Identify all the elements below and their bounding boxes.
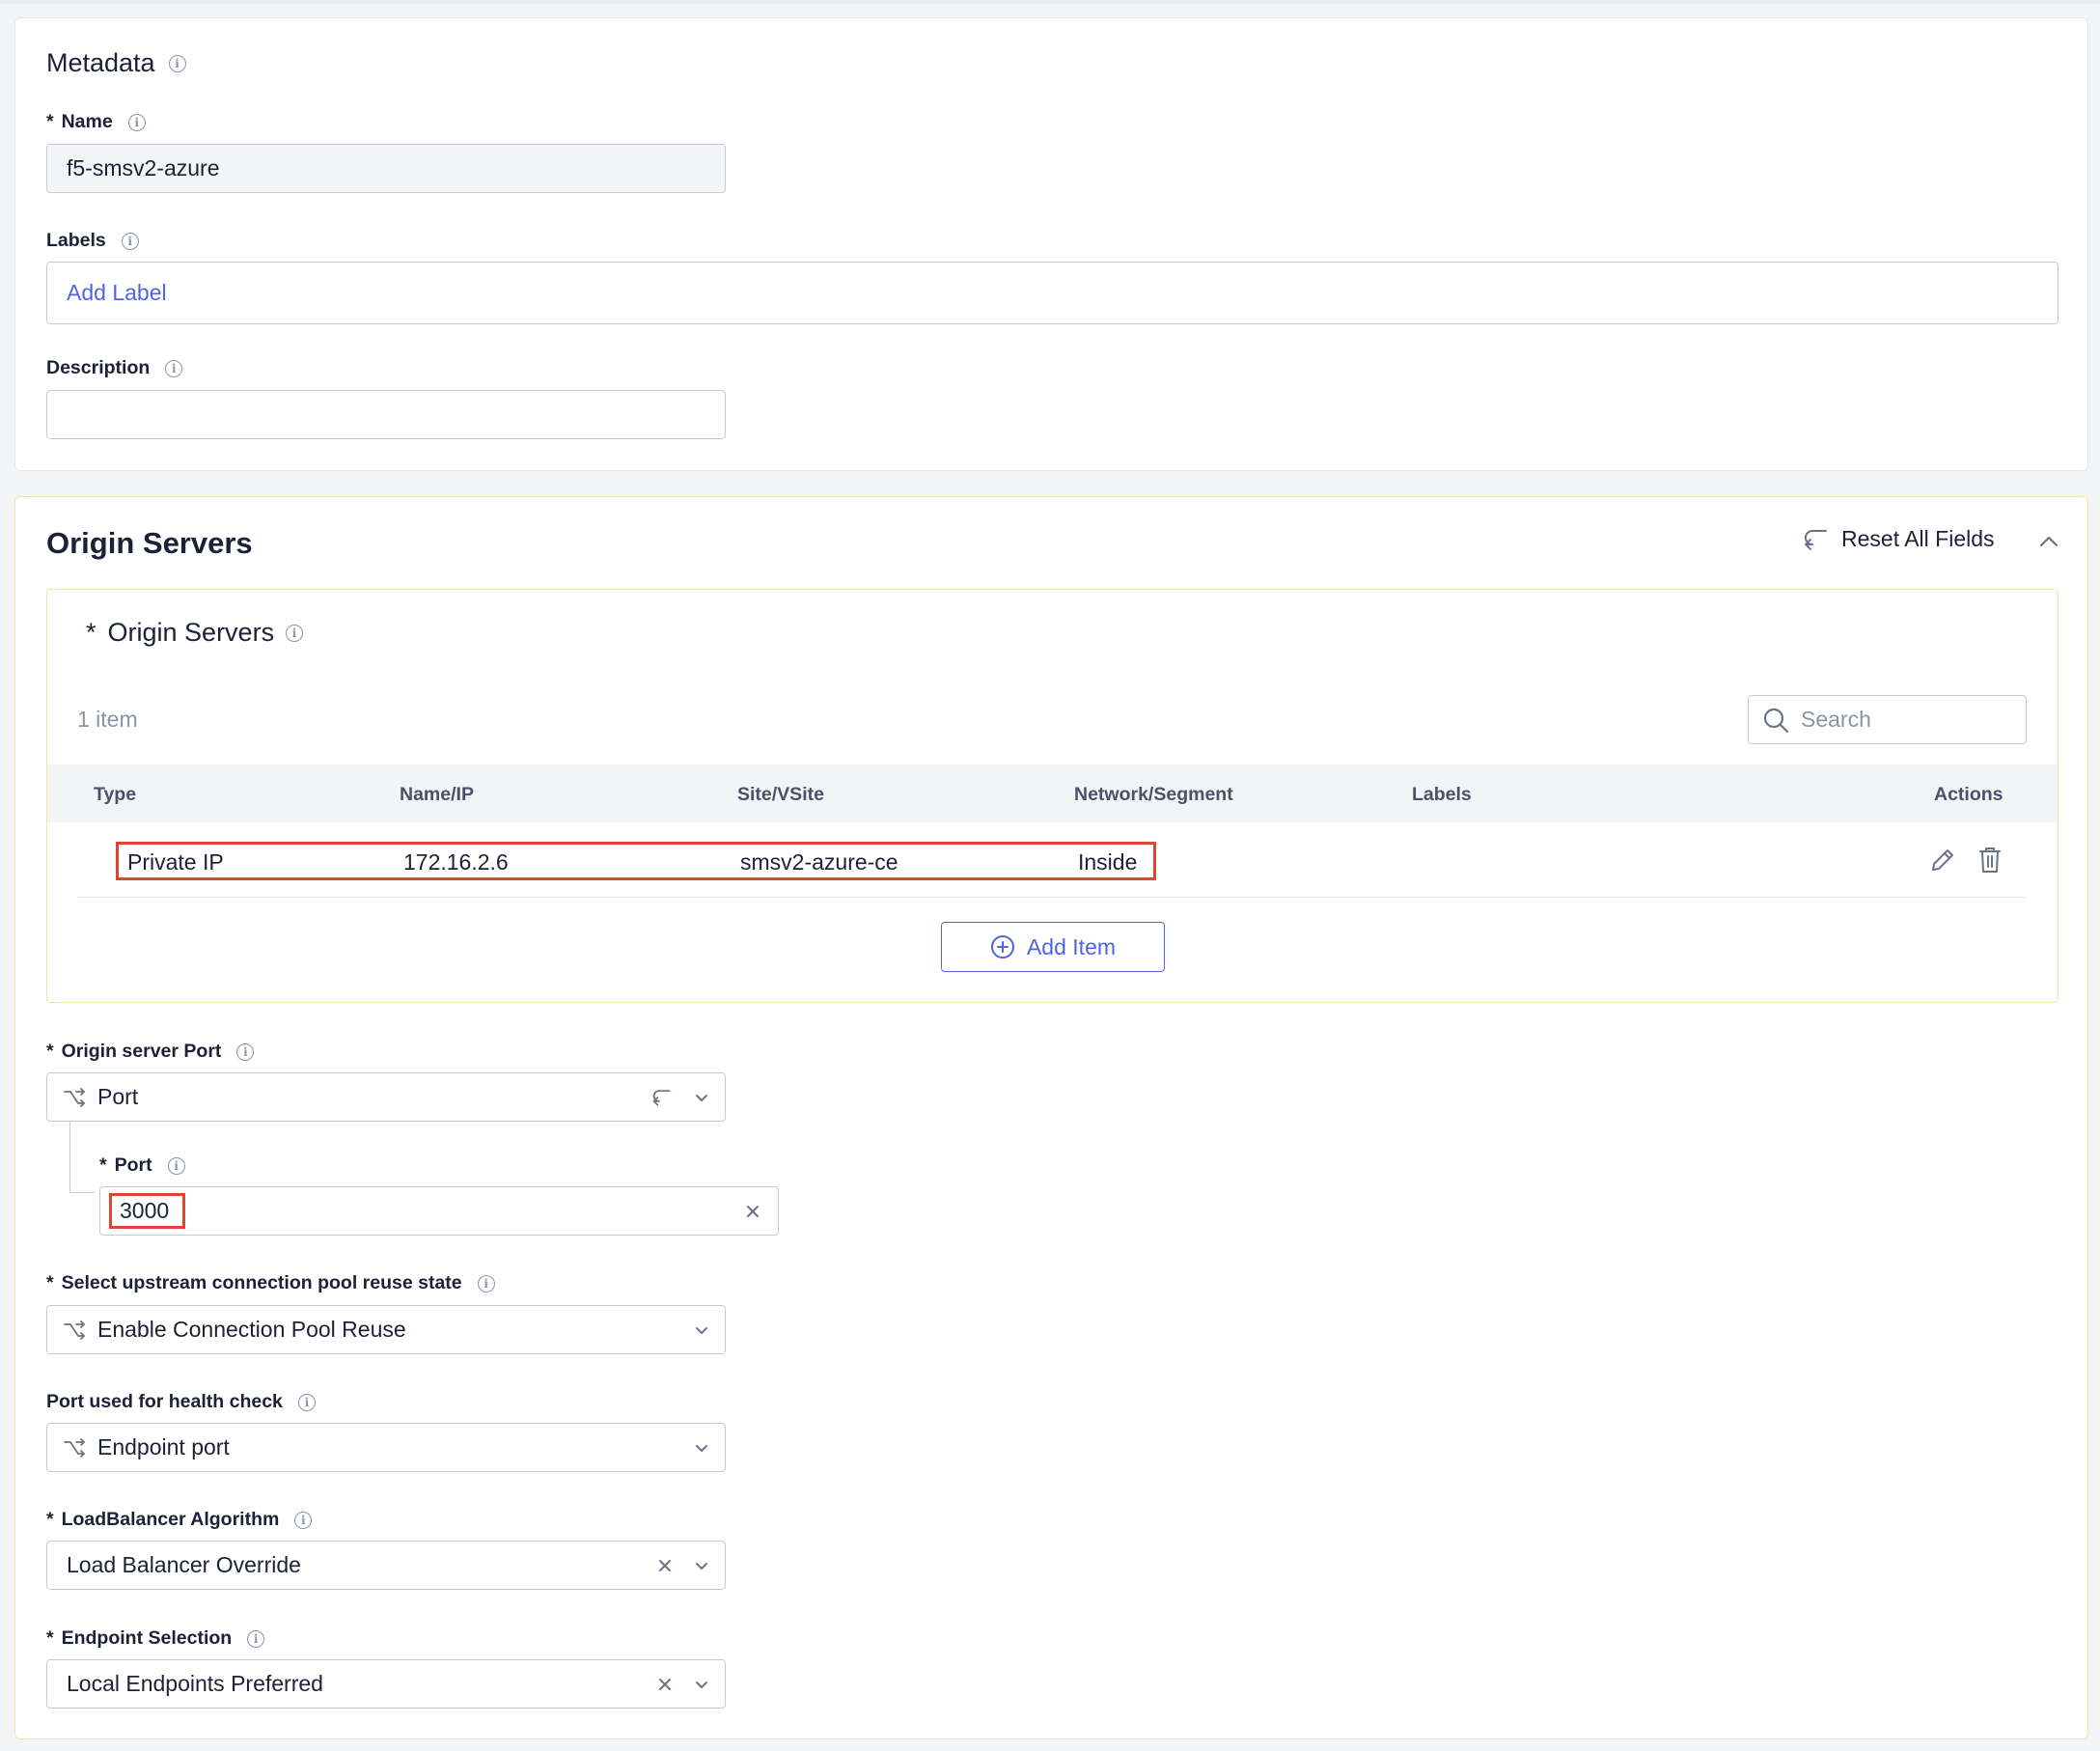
pencil-icon[interactable] — [1929, 847, 1956, 874]
tree-connector — [69, 1122, 95, 1193]
item-count: 1 item — [77, 707, 138, 732]
reset-label: Reset All Fields — [1841, 526, 1995, 551]
add-label-link[interactable]: Add Label — [47, 280, 167, 306]
lb-algorithm-label-text: LoadBalancer Algorithm — [61, 1509, 280, 1530]
origin-servers-title: Origin Servers — [46, 526, 253, 560]
origin-port-label-text: Origin server Port — [61, 1041, 222, 1062]
search-input[interactable]: Search — [1748, 695, 2027, 744]
origin-port-label: * Origin server Port i — [46, 1041, 255, 1063]
chevron-down-icon[interactable] — [694, 1322, 709, 1338]
branch-icon — [64, 1437, 85, 1458]
description-input[interactable] — [46, 390, 726, 439]
labels-label-text: Labels — [46, 230, 106, 251]
top-edge — [0, 0, 2100, 4]
endpoint-selection-label-text: Endpoint Selection — [61, 1627, 233, 1649]
branch-icon — [64, 1320, 85, 1340]
column-header-actions: Actions — [1934, 784, 2003, 805]
info-icon[interactable]: i — [168, 54, 186, 72]
health-check-value: Endpoint port — [97, 1434, 230, 1459]
name-input[interactable]: f5-smsv2-azure — [46, 144, 726, 193]
port-label: * Port i — [99, 1154, 185, 1177]
description-label: Description i — [46, 357, 183, 379]
required-marker: * — [46, 111, 54, 132]
add-item-button[interactable]: Add Item — [941, 922, 1165, 972]
info-icon[interactable]: i — [294, 1511, 313, 1529]
labels-label: Labels i — [46, 230, 139, 252]
select-controls — [651, 1073, 709, 1121]
close-icon[interactable] — [657, 1677, 673, 1692]
required-marker: * — [46, 1509, 54, 1530]
labels-input[interactable]: Add Label — [46, 262, 2059, 324]
row-highlight-box — [116, 842, 1156, 880]
chevron-down-icon[interactable] — [694, 1440, 709, 1456]
info-icon[interactable]: i — [236, 1042, 255, 1061]
trash-icon[interactable] — [1977, 846, 2003, 875]
search-placeholder: Search — [1801, 707, 1871, 732]
column-header-site: Site/VSite — [737, 784, 824, 805]
port-label-text: Port — [114, 1154, 152, 1176]
description-label-text: Description — [46, 357, 151, 378]
input-controls — [745, 1187, 760, 1235]
endpoint-selection-label: * Endpoint Selection i — [46, 1627, 265, 1650]
lb-algorithm-select[interactable]: Load Balancer Override — [46, 1541, 726, 1590]
info-icon[interactable]: i — [297, 1393, 316, 1411]
close-icon[interactable] — [745, 1204, 760, 1219]
table-header — [47, 764, 2058, 822]
info-icon[interactable]: i — [286, 624, 304, 642]
info-icon[interactable]: i — [167, 1156, 185, 1175]
name-label-text: Name — [61, 111, 113, 132]
column-header-network: Network/Segment — [1074, 784, 1233, 805]
port-input[interactable]: 3000 — [99, 1186, 779, 1236]
endpoint-selection-value: Local Endpoints Preferred — [67, 1671, 323, 1696]
info-icon[interactable]: i — [121, 232, 139, 250]
reset-all-fields-button[interactable]: Reset All Fields — [1803, 526, 1995, 552]
select-controls — [657, 1660, 709, 1708]
branch-icon — [64, 1087, 85, 1107]
health-check-label: Port used for health check i — [46, 1391, 316, 1413]
health-check-select[interactable]: Endpoint port — [46, 1423, 726, 1472]
reset-icon — [1805, 529, 1827, 550]
list-title: Origin Servers — [107, 618, 275, 647]
column-header-labels: Labels — [1412, 784, 1472, 805]
add-item-label: Add Item — [1026, 933, 1117, 959]
metadata-heading: Metadata i — [46, 48, 186, 78]
pool-reuse-value: Enable Connection Pool Reuse — [97, 1317, 406, 1342]
chevron-down-icon[interactable] — [694, 1090, 709, 1105]
plus-circle-icon — [990, 935, 1014, 959]
select-controls — [657, 1542, 709, 1589]
pool-reuse-label: * Select upstream connection pool reuse … — [46, 1272, 495, 1294]
list-heading: * Origin Servers i — [86, 618, 304, 648]
name-value: f5-smsv2-azure — [67, 155, 220, 181]
port-highlight-box — [109, 1193, 185, 1229]
required-marker: * — [46, 1627, 54, 1649]
info-icon[interactable]: i — [165, 359, 183, 377]
required-marker: * — [46, 1041, 54, 1062]
origin-port-select[interactable]: Port — [46, 1072, 726, 1122]
close-icon[interactable] — [657, 1558, 673, 1573]
required-marker: * — [99, 1154, 107, 1176]
pool-reuse-select[interactable]: Enable Connection Pool Reuse — [46, 1305, 726, 1354]
search-icon — [1763, 708, 1789, 733]
chevron-down-icon[interactable] — [694, 1677, 709, 1692]
chevron-down-icon[interactable] — [694, 1558, 709, 1573]
metadata-title: Metadata — [46, 48, 155, 77]
select-controls — [694, 1306, 709, 1353]
reset-icon[interactable] — [651, 1088, 673, 1107]
lb-algorithm-label: * LoadBalancer Algorithm i — [46, 1509, 313, 1531]
info-icon[interactable]: i — [247, 1629, 265, 1648]
info-icon[interactable]: i — [127, 113, 146, 131]
required-marker: * — [46, 1272, 54, 1293]
required-marker: * — [86, 618, 97, 647]
name-label: * Name i — [46, 111, 146, 133]
column-header-type: Type — [94, 784, 137, 805]
lb-algorithm-value: Load Balancer Override — [67, 1552, 301, 1577]
endpoint-selection-select[interactable]: Local Endpoints Preferred — [46, 1659, 726, 1709]
origin-port-value: Port — [97, 1084, 139, 1109]
pool-reuse-label-text: Select upstream connection pool reuse st… — [61, 1272, 462, 1293]
health-check-label-text: Port used for health check — [46, 1391, 283, 1412]
column-header-name-ip: Name/IP — [400, 784, 474, 805]
select-controls — [694, 1424, 709, 1471]
info-icon[interactable]: i — [477, 1274, 495, 1292]
chevron-up-icon[interactable] — [2038, 534, 2059, 549]
